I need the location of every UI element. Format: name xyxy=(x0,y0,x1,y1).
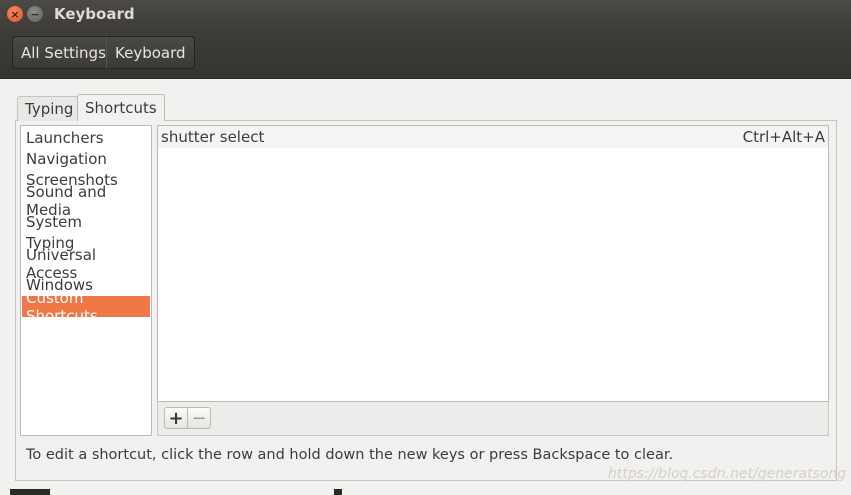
category-launchers[interactable]: Launchers xyxy=(22,127,150,148)
remove-shortcut-button[interactable]: − xyxy=(187,407,211,429)
close-icon: × xyxy=(10,7,20,21)
header-toolbar: All Settings Keyboard xyxy=(0,28,851,79)
minus-icon: − xyxy=(191,407,207,429)
keyboard-settings-window: × − Keyboard All Settings Keyboard Typin… xyxy=(0,0,851,495)
plus-icon: + xyxy=(168,407,184,429)
breadcrumb-keyboard-button[interactable]: Keyboard xyxy=(106,36,195,69)
window-title: Keyboard xyxy=(54,5,135,23)
minimize-icon: − xyxy=(30,7,40,21)
category-custom-shortcuts[interactable]: Custom Shortcuts xyxy=(22,289,150,325)
shortcut-list: shutter select Ctrl+Alt+A xyxy=(157,125,829,402)
category-navigation[interactable]: Navigation xyxy=(22,148,150,169)
all-settings-button[interactable]: All Settings xyxy=(12,36,115,69)
shortcut-list-toolbar: + − xyxy=(157,402,829,436)
shortcut-name: shutter select xyxy=(161,128,265,146)
category-sound-and-media[interactable]: Sound and Media xyxy=(22,183,150,219)
desktop-gap xyxy=(334,489,342,495)
tab-shortcuts[interactable]: Shortcuts xyxy=(77,94,165,121)
edit-shortcut-hint: To edit a shortcut, click the row and ho… xyxy=(26,447,674,463)
add-shortcut-button[interactable]: + xyxy=(164,407,188,429)
tab-typing[interactable]: Typing xyxy=(17,96,82,121)
category-universal-access[interactable]: Universal Access xyxy=(22,246,150,282)
shortcut-category-list: Launchers Navigation Screenshots Sound a… xyxy=(20,125,152,436)
shortcut-accelerator[interactable]: Ctrl+Alt+A xyxy=(743,128,825,146)
shortcut-row[interactable]: shutter select Ctrl+Alt+A xyxy=(158,126,828,148)
watermark: https://blog.csdn.net/generatsong xyxy=(608,466,847,482)
minimize-window-button[interactable]: − xyxy=(27,6,43,22)
title-bar: × − Keyboard xyxy=(0,0,851,28)
close-window-button[interactable]: × xyxy=(7,6,23,22)
desktop-gap xyxy=(10,489,50,495)
category-system[interactable]: System xyxy=(22,211,150,232)
window-bottom-edge xyxy=(0,489,851,495)
